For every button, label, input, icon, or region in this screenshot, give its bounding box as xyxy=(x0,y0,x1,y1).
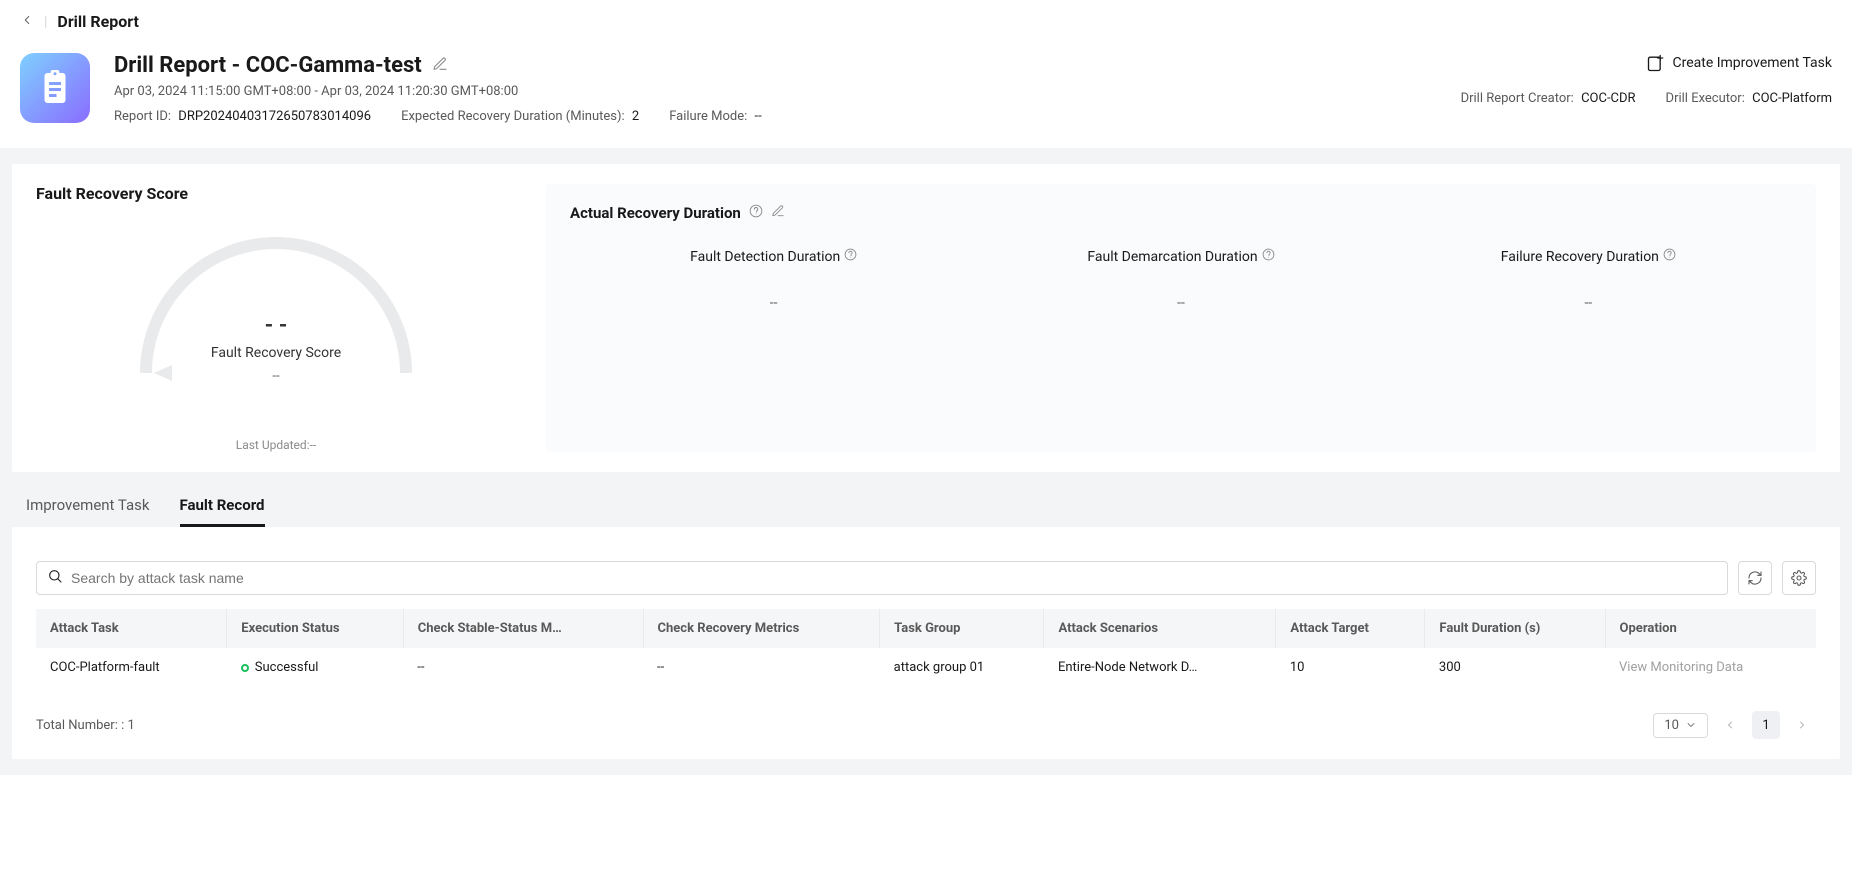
report-icon xyxy=(20,53,90,123)
col-attack-task: Attack Task xyxy=(36,609,227,648)
cell-check-recovery: -- xyxy=(643,648,880,687)
report-id: Report ID: DRP20240403172650783014096 xyxy=(114,109,371,124)
drill-executor: Drill Executor: COC-Platform xyxy=(1666,91,1832,106)
page-title: Drill Report - COC-Gamma-test xyxy=(114,53,422,78)
page-next-button[interactable] xyxy=(1788,711,1816,739)
col-check-stable: Check Stable-Status M… xyxy=(403,609,643,648)
search-box[interactable] xyxy=(36,561,1728,595)
col-attack-scenarios: Attack Scenarios xyxy=(1044,609,1276,648)
create-improvement-task-label: Create Improvement Task xyxy=(1672,55,1832,71)
gauge-value: - - xyxy=(265,313,288,338)
view-monitoring-data-link[interactable]: View Monitoring Data xyxy=(1619,660,1743,675)
cell-operation: View Monitoring Data xyxy=(1605,648,1816,687)
page-number-1[interactable]: 1 xyxy=(1752,711,1780,739)
failure-mode: Failure Mode: -- xyxy=(669,109,762,124)
cell-execution-status: Successful xyxy=(227,648,403,687)
actual-recovery-duration-title: Actual Recovery Duration xyxy=(570,204,741,222)
cell-check-stable: -- xyxy=(403,648,643,687)
failure-recovery-duration: Failure Recovery Duration -- xyxy=(1385,248,1792,311)
cell-fault-duration: 300 xyxy=(1425,648,1605,687)
col-operation: Operation xyxy=(1605,609,1816,648)
refresh-button[interactable] xyxy=(1738,561,1772,595)
breadcrumb: Drill Report xyxy=(57,12,139,31)
col-fault-duration: Fault Duration (s) xyxy=(1425,609,1605,648)
search-input[interactable] xyxy=(71,570,1717,586)
edit-title-icon[interactable] xyxy=(432,56,448,76)
status-success-icon xyxy=(241,664,249,672)
col-check-recovery: Check Recovery Metrics xyxy=(643,609,880,648)
table-row[interactable]: COC-Platform-fault Successful -- -- atta… xyxy=(36,648,1816,687)
col-task-group: Task Group xyxy=(880,609,1044,648)
fault-demarcation-duration: Fault Demarcation Duration -- xyxy=(977,248,1384,311)
page-prev-button[interactable] xyxy=(1716,711,1744,739)
fault-record-table: Attack Task Execution Status Check Stabl… xyxy=(36,609,1816,687)
expected-recovery: Expected Recovery Duration (Minutes): 2 xyxy=(401,109,639,124)
search-icon xyxy=(47,568,63,588)
page-size-dropdown[interactable]: 10 xyxy=(1653,713,1708,738)
time-range: Apr 03, 2024 11:15:00 GMT+08:00 - Apr 03… xyxy=(114,84,1437,99)
edit-duration-icon[interactable] xyxy=(771,204,785,222)
cell-attack-scenarios: Entire-Node Network D… xyxy=(1044,648,1276,687)
settings-button[interactable] xyxy=(1782,561,1816,595)
col-execution-status: Execution Status xyxy=(227,609,403,648)
chevron-down-icon xyxy=(1685,719,1697,731)
tab-improvement-task[interactable]: Improvement Task xyxy=(26,496,150,527)
fault-detection-duration: Fault Detection Duration -- xyxy=(570,248,977,311)
help-icon[interactable] xyxy=(1262,248,1275,265)
gauge-last-updated: Last Updated:-- xyxy=(236,438,317,452)
total-number: Total Number: : 1 xyxy=(36,718,135,733)
drill-report-creator: Drill Report Creator: COC-CDR xyxy=(1461,91,1636,106)
help-icon[interactable] xyxy=(749,204,763,222)
score-heading: Fault Recovery Score xyxy=(36,184,516,203)
tab-fault-record[interactable]: Fault Record xyxy=(180,496,265,527)
cell-attack-target: 10 xyxy=(1276,648,1425,687)
breadcrumb-divider: | xyxy=(44,14,47,30)
cell-attack-task: COC-Platform-fault xyxy=(36,648,227,687)
gauge-sub: -- xyxy=(272,369,279,384)
cell-task-group: attack group 01 xyxy=(880,648,1044,687)
help-icon[interactable] xyxy=(844,248,857,265)
gauge-label: Fault Recovery Score xyxy=(211,345,341,361)
col-attack-target: Attack Target xyxy=(1276,609,1425,648)
create-improvement-task-button[interactable]: Create Improvement Task xyxy=(1646,53,1832,73)
back-icon[interactable] xyxy=(20,13,34,31)
fault-recovery-gauge: - - Fault Recovery Score -- Last Updated… xyxy=(36,213,516,452)
help-icon[interactable] xyxy=(1663,248,1676,265)
